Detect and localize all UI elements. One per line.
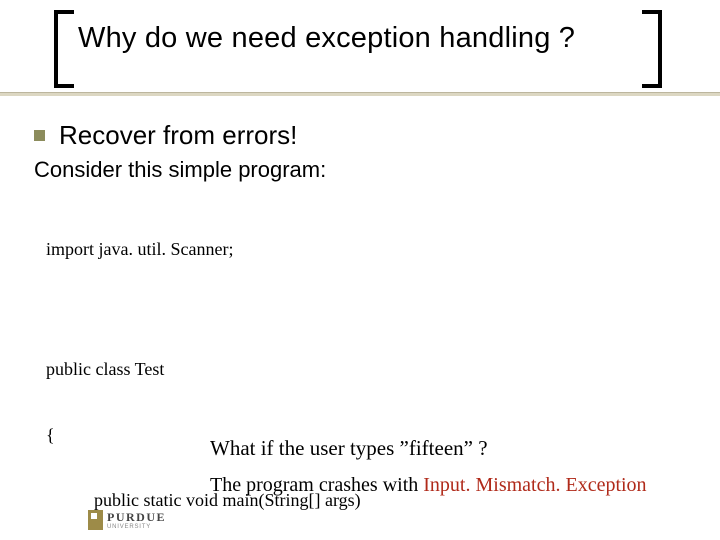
left-bracket-icon: [54, 10, 74, 88]
title-bracket-frame: Why do we need exception handling ?: [54, 30, 662, 82]
code-line: public class Test: [46, 359, 700, 381]
horizontal-rule: [0, 92, 720, 96]
logo-name: PURDUE: [107, 510, 166, 525]
subheading: Consider this simple program:: [34, 157, 700, 183]
answer-prefix: The program crashes with: [210, 474, 423, 496]
question-text: What if the user types ”fifteen” ?: [210, 436, 488, 461]
logo-p-icon: [88, 510, 103, 530]
bullet-text: Recover from errors!: [59, 120, 297, 151]
logo-text-wrap: PURDUE UNIVERSITY: [107, 510, 166, 530]
code-line: import java. util. Scanner;: [46, 239, 700, 261]
purdue-logo: PURDUE UNIVERSITY: [88, 510, 166, 530]
right-bracket-icon: [642, 10, 662, 88]
bullet-item: Recover from errors!: [34, 120, 700, 151]
square-bullet-icon: [34, 130, 45, 141]
blank-line: [46, 305, 700, 315]
slide-title: Why do we need exception handling ?: [78, 22, 638, 55]
exception-name: Input. Mismatch. Exception: [423, 474, 646, 496]
answer-text: The program crashes with Input. Mismatch…: [210, 474, 647, 497]
